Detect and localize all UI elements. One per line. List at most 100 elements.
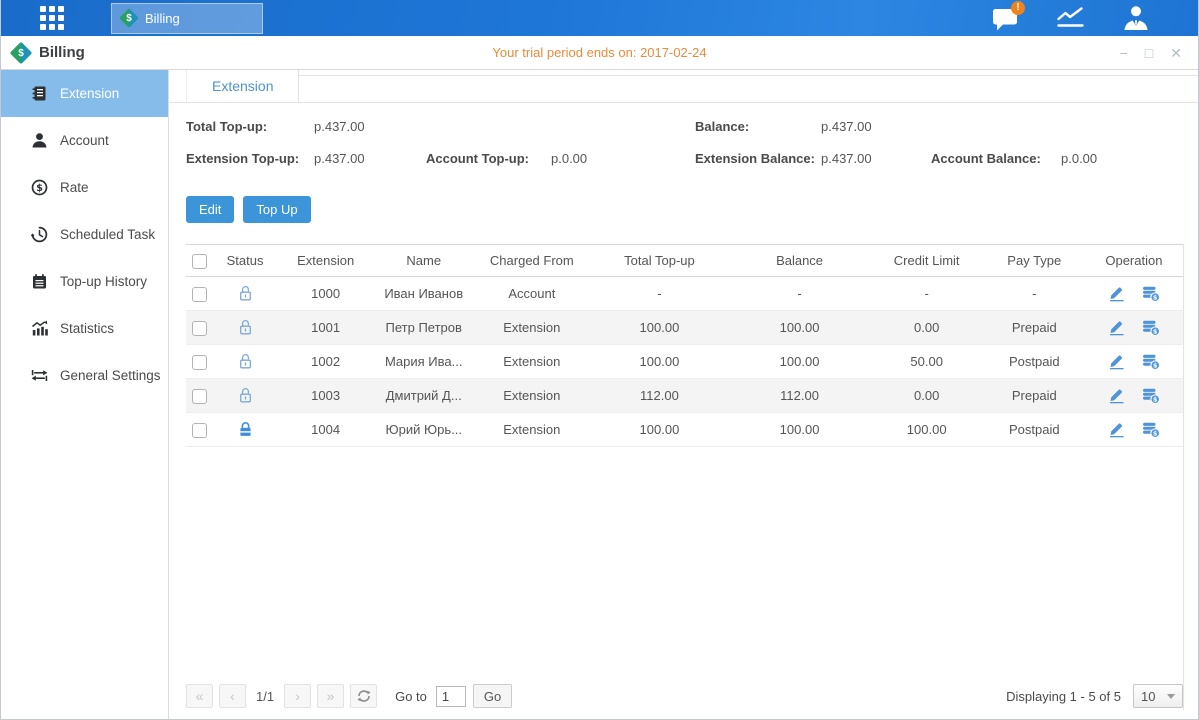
topup-coins-icon[interactable]: $: [1142, 286, 1160, 302]
notifications-icon[interactable]: !: [990, 5, 1022, 32]
sidebar-item-statistics[interactable]: Statistics: [1, 305, 168, 352]
lock-open-icon: [238, 353, 253, 370]
cell-balance: 112.00: [730, 379, 870, 413]
edit-pencil-icon[interactable]: [1108, 388, 1125, 404]
refresh-icon[interactable]: [350, 684, 377, 708]
svg-text:$: $: [1153, 361, 1158, 369]
topup-coins-icon[interactable]: $: [1142, 388, 1160, 404]
last-page-icon[interactable]: »: [317, 684, 344, 708]
edit-pencil-icon[interactable]: [1108, 286, 1125, 302]
cell-select: [186, 277, 212, 311]
prev-page-icon[interactable]: ‹: [219, 684, 246, 708]
row-checkbox[interactable]: [192, 389, 207, 404]
row-checkbox[interactable]: [192, 423, 207, 438]
summary-value-extension-balance: p.437.00: [821, 151, 872, 166]
close-icon[interactable]: ✕: [1170, 46, 1182, 60]
cell-balance: 100.00: [730, 345, 870, 379]
sidebar-item-top-up-history[interactable]: Top-up History: [1, 258, 168, 305]
sidebar-item-general-settings[interactable]: General Settings: [1, 352, 168, 399]
lock-closed-icon: [238, 421, 253, 438]
sidebar-item-extension[interactable]: Extension: [1, 70, 168, 117]
cell-credit-limit: 100.00: [870, 413, 984, 447]
monitor-chart-icon[interactable]: [1055, 5, 1087, 32]
page-size-value: 10: [1141, 689, 1155, 704]
edit-pencil-icon[interactable]: [1108, 354, 1125, 370]
maximize-icon[interactable]: □: [1145, 46, 1153, 60]
cell-select: [186, 413, 212, 447]
cell-status: [212, 311, 278, 345]
sidebar-item-account[interactable]: Account: [1, 117, 168, 164]
general-settings-icon: [31, 367, 48, 384]
summary-value-balance: p.437.00: [821, 119, 872, 134]
summary-value-account-balance: p.0.00: [1061, 151, 1097, 166]
extension-table: StatusExtensionNameCharged FromTotal Top…: [186, 244, 1183, 447]
sidebar: Extension Account$RateScheduled Task Top-u…: [1, 70, 169, 719]
lock-open-icon: [238, 387, 253, 404]
edit-pencil-icon[interactable]: [1108, 320, 1125, 336]
summary-label-account-top-up: Account Top-up:: [426, 151, 529, 166]
goto-label: Go to: [395, 689, 427, 704]
table-row[interactable]: 1002Мария Ива...Extension100.00100.0050.…: [186, 345, 1183, 379]
cell-pay-type: Postpaid: [984, 413, 1085, 447]
edit-button[interactable]: Edit: [186, 196, 234, 223]
chevron-down-icon: [1167, 694, 1175, 699]
next-page-icon[interactable]: ›: [284, 684, 311, 708]
table-row[interactable]: 1000Иван ИвановAccount----$: [186, 277, 1183, 311]
window-controls: − □ ✕: [1120, 46, 1182, 60]
table-row[interactable]: 1004Юрий Юрь...Extension100.00100.00100.…: [186, 413, 1183, 447]
sidebar-item-rate[interactable]: $Rate: [1, 164, 168, 211]
cell-operation: $: [1085, 277, 1183, 311]
summary-label-balance: Balance:: [695, 119, 749, 134]
select-all-checkbox[interactable]: [192, 254, 207, 269]
edit-pencil-icon[interactable]: [1108, 422, 1125, 438]
topup-coins-icon[interactable]: $: [1142, 422, 1160, 438]
cell-name: Петр Петров: [373, 311, 474, 345]
svg-text:$: $: [1153, 429, 1158, 437]
sidebar-item-label: Extension: [60, 86, 119, 101]
cell-total-top-up: 100.00: [589, 413, 729, 447]
tab-extension[interactable]: Extension: [186, 70, 299, 102]
goto-page-input[interactable]: [436, 686, 466, 707]
cell-total-top-up: 112.00: [589, 379, 729, 413]
top-up-button[interactable]: Top Up: [243, 196, 310, 223]
table-row[interactable]: 1001Петр ПетровExtension100.00100.000.00…: [186, 311, 1183, 345]
summary-value-account-top-up: p.0.00: [551, 151, 587, 166]
topup-coins-icon[interactable]: $: [1142, 320, 1160, 336]
trial-notice: Your trial period ends on: 2017-02-24: [1, 45, 1198, 60]
toolbar: Edit Top Up: [186, 196, 1184, 223]
content-panel: Extension Total Top-up:p.437.00Balance:p…: [169, 70, 1198, 719]
sidebar-item-scheduled-task[interactable]: Scheduled Task: [1, 211, 168, 258]
user-menu-icon[interactable]: [1120, 5, 1152, 32]
minimize-icon[interactable]: −: [1120, 46, 1128, 60]
cell-operation: $: [1085, 379, 1183, 413]
col-credit-limit: Credit Limit: [870, 245, 984, 277]
balance-summary: Total Top-up:p.437.00Balance:p.437.00Ext…: [186, 103, 1184, 188]
cell-pay-type: Postpaid: [984, 345, 1085, 379]
summary-value-total-top-up: p.437.00: [314, 119, 365, 134]
billing-app-icon: $: [119, 8, 139, 28]
taskbar-tab-billing[interactable]: $ Billing: [111, 3, 263, 34]
row-checkbox[interactable]: [192, 321, 207, 336]
cell-extension: 1003: [278, 379, 373, 413]
col-extension: Extension: [278, 245, 373, 277]
sidebar-item-label: Top-up History: [60, 274, 147, 289]
row-checkbox[interactable]: [192, 355, 207, 370]
top-taskbar: $ Billing !: [1, 0, 1198, 36]
rate-icon: $: [31, 179, 48, 196]
billing-window-icon: $: [10, 41, 33, 64]
scheduled-task-icon: [31, 226, 48, 243]
cell-total-top-up: -: [589, 277, 729, 311]
svg-text:$: $: [1153, 293, 1158, 301]
cell-select: [186, 311, 212, 345]
cell-charged-from: Extension: [474, 413, 589, 447]
app-launcher-icon[interactable]: [35, 1, 69, 35]
cell-balance: 100.00: [730, 413, 870, 447]
row-checkbox[interactable]: [192, 287, 207, 302]
first-page-icon[interactable]: «: [186, 684, 213, 708]
page-size-select[interactable]: 10: [1133, 684, 1183, 708]
go-button[interactable]: Go: [473, 684, 512, 708]
cell-pay-type: Prepaid: [984, 379, 1085, 413]
table-row[interactable]: 1003Дмитрий Д...Extension112.00112.000.0…: [186, 379, 1183, 413]
topup-coins-icon[interactable]: $: [1142, 354, 1160, 370]
display-info-group: Displaying 1 - 5 of 5 10: [1006, 684, 1183, 708]
